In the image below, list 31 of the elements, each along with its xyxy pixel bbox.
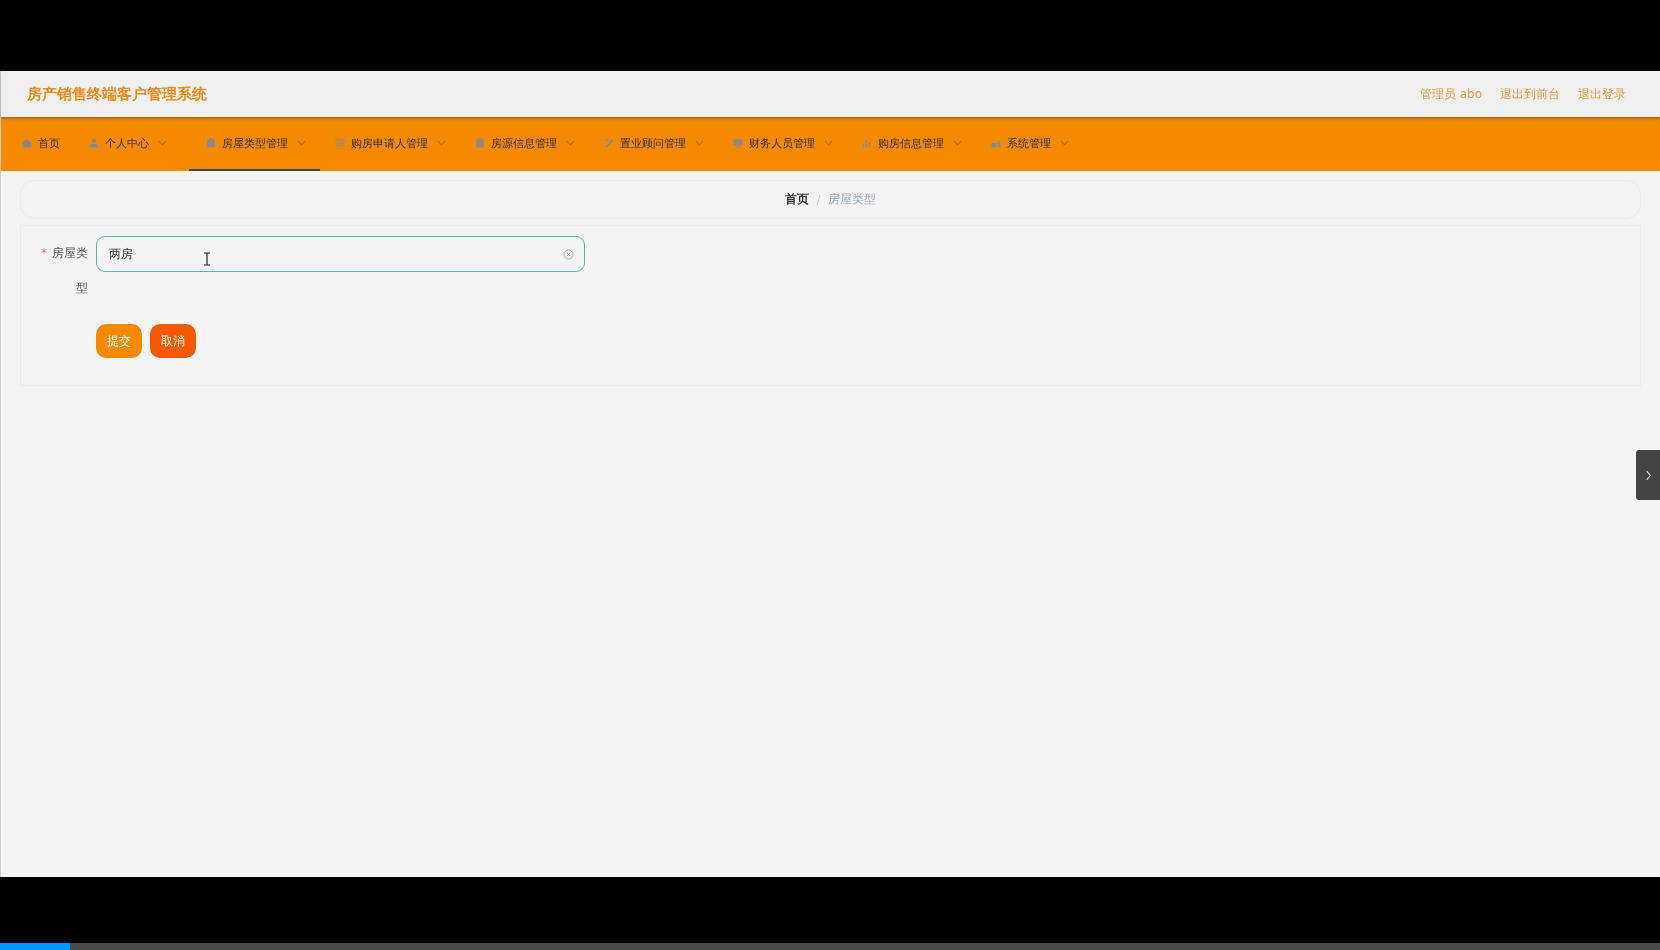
clear-icon[interactable]: [563, 248, 574, 260]
nav-tab[interactable]: 购房申请人管理: [328, 117, 460, 171]
app-title: 房产销售终端客户管理系统: [27, 84, 207, 104]
bar-chart-icon: [861, 137, 873, 149]
monitor-icon: [732, 137, 744, 149]
home-icon: [21, 137, 33, 149]
clipboard-icon: [474, 137, 486, 149]
list-icon: [334, 137, 346, 149]
nav-tab[interactable]: 个人中心: [82, 117, 181, 171]
nav-tab[interactable]: 房源信息管理: [468, 117, 589, 171]
breadcrumb-separator: /: [816, 192, 821, 207]
side-panel-toggle[interactable]: [1636, 450, 1660, 500]
video-seek-bar[interactable]: [0, 943, 1660, 950]
chevron-right-icon: [1644, 469, 1652, 481]
breadcrumb-item: 房屋类型: [828, 192, 877, 207]
breadcrumb-item[interactable]: 首页: [784, 192, 809, 207]
nav-tab[interactable]: 购房信息管理: [855, 117, 976, 171]
field-label: 房屋类型: [51, 245, 88, 297]
pen-icon: [603, 137, 615, 149]
text-cursor-icon: [203, 252, 211, 266]
nav-tab[interactable]: 财务人员管理: [726, 117, 847, 171]
nav-tab[interactable]: 置业顾问管理: [597, 117, 718, 171]
clipboard-icon: [205, 137, 217, 149]
user-label: 管理员 abo: [1419, 85, 1482, 103]
nav-tab[interactable]: 系统管理: [984, 117, 1083, 171]
nav-tab[interactable]: 房屋类型管理: [189, 117, 320, 171]
user-icon: [88, 137, 100, 149]
nav-tab[interactable]: 首页: [15, 117, 74, 171]
input-field[interactable]: 两房: [96, 236, 585, 272]
form-button[interactable]: 取消: [150, 324, 196, 358]
required-mark: *: [41, 245, 47, 262]
